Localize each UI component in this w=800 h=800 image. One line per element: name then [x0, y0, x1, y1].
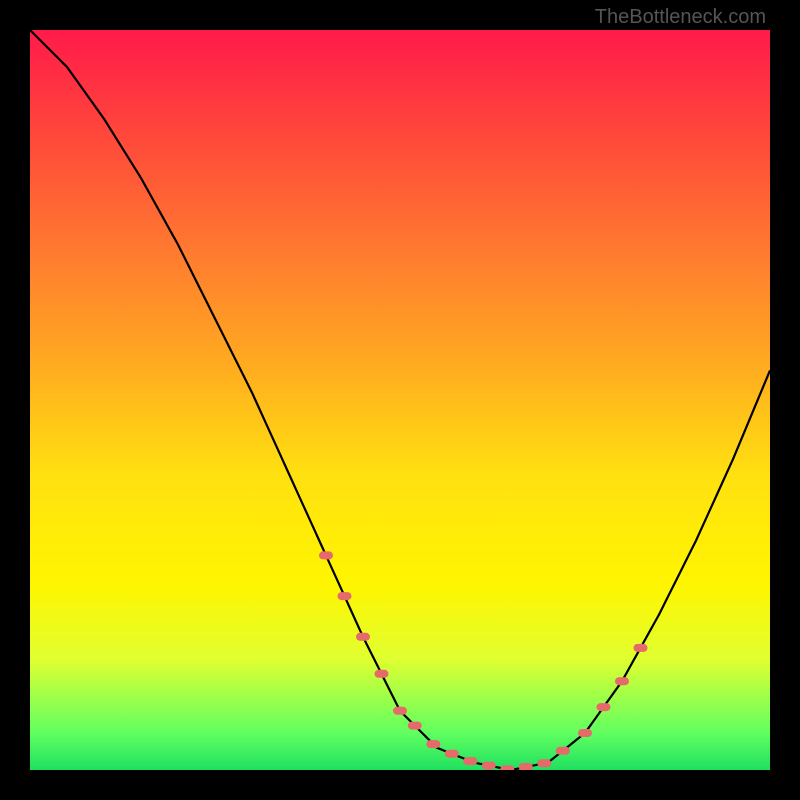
data-markers — [319, 551, 648, 770]
marker-dot — [500, 765, 514, 770]
marker-dot — [556, 747, 570, 755]
line-path — [30, 30, 770, 770]
marker-dot — [408, 722, 422, 730]
marker-dot — [445, 750, 459, 758]
marker-dot — [634, 644, 648, 652]
marker-dot — [482, 762, 496, 770]
marker-dot — [537, 759, 551, 767]
watermark-text: TheBottleneck.com — [595, 6, 766, 29]
marker-dot — [519, 763, 533, 770]
plot-area — [30, 30, 770, 770]
marker-dot — [615, 677, 629, 685]
main-curve — [30, 30, 770, 770]
marker-dot — [393, 707, 407, 715]
marker-dot — [338, 592, 352, 600]
marker-dot — [426, 740, 440, 748]
marker-dot — [356, 633, 370, 641]
marker-dot — [463, 757, 477, 765]
marker-dot — [319, 551, 333, 559]
marker-dot — [375, 670, 389, 678]
chart-container: TheBottleneck.com — [0, 0, 800, 800]
marker-dot — [578, 729, 592, 737]
marker-dot — [597, 703, 611, 711]
curve-svg — [30, 30, 770, 770]
